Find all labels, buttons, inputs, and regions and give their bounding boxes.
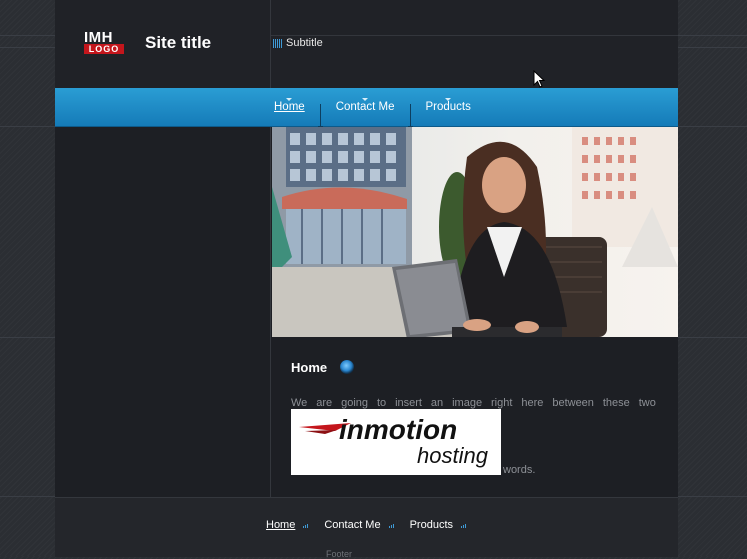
mouse-pointer-icon: [533, 70, 545, 88]
nav-divider: [407, 104, 413, 128]
page-container: IMH LOGO Site title Subtitle Home Contac…: [55, 0, 678, 559]
header: IMH LOGO Site title Subtitle: [55, 0, 678, 88]
paragraph-word: between: [552, 397, 594, 409]
main-nav: Home Contact Me Products: [273, 88, 472, 128]
nav-link-home[interactable]: Home: [274, 101, 305, 113]
footer-link-products[interactable]: Products: [410, 519, 453, 531]
nav-divider: [317, 104, 323, 128]
inmotion-swoosh-icon: inmotion hosting: [299, 414, 489, 468]
blue-orb-icon: [340, 360, 354, 374]
paragraph-word: to: [376, 397, 387, 409]
page-title: Home: [291, 360, 328, 375]
logo-text: IMH: [84, 29, 113, 46]
footer: Home Contact Me Products Footer: [55, 497, 678, 559]
content-paragraph: We are going to insert an image right he…: [291, 397, 656, 409]
site-subtitle: Subtitle: [286, 37, 323, 49]
paragraph-end: words.: [503, 464, 536, 476]
footer-link-contact[interactable]: Contact Me: [324, 519, 380, 531]
bars-icon: [273, 38, 282, 48]
bars-icon: [388, 523, 394, 528]
inmotion-text: inmotion: [339, 414, 457, 445]
hero-image: [272, 127, 678, 337]
woman-at-laptop-photo-icon: [272, 127, 678, 337]
nav-item-contact[interactable]: Contact Me: [335, 88, 396, 126]
main-nav-bar: Home Contact Me Products: [55, 88, 678, 128]
header-brand: IMH LOGO Site title: [55, 0, 271, 88]
nav-link-products[interactable]: Products: [426, 101, 471, 113]
inmotion-hosting-logo-image: inmotion hosting: [291, 409, 501, 475]
hosting-text: hosting: [417, 443, 489, 468]
chevron-down-icon: [286, 98, 293, 101]
paragraph-word: We: [291, 397, 308, 409]
main-content: Home We are going to insert an image rig…: [272, 338, 678, 497]
nav-item-home[interactable]: Home: [273, 88, 306, 126]
footer-nav: Home Contact Me Products: [266, 519, 482, 531]
site-title[interactable]: Site title: [145, 33, 211, 53]
footer-text: Footer: [326, 549, 353, 559]
bars-icon: [461, 523, 467, 528]
site-logo[interactable]: IMH LOGO: [84, 29, 124, 55]
paragraph-word: here: [521, 397, 544, 409]
paragraph-word: two: [638, 397, 656, 409]
subtitle-group: Subtitle: [273, 37, 323, 49]
paragraph-word: an: [430, 397, 444, 409]
paragraph-word: image: [452, 397, 483, 409]
bars-icon: [303, 523, 309, 528]
paragraph-word: these: [602, 397, 630, 409]
paragraph-word: right: [491, 397, 513, 409]
nav-item-products[interactable]: Products: [425, 88, 472, 126]
paragraph-word: going: [341, 397, 369, 409]
chevron-down-icon: [445, 98, 452, 101]
divider: [271, 35, 678, 36]
footer-link-home[interactable]: Home: [266, 519, 295, 531]
paragraph-word: are: [316, 397, 333, 409]
chevron-down-icon: [362, 98, 369, 101]
logo-subtext: LOGO: [84, 44, 124, 54]
nav-link-contact[interactable]: Contact Me: [336, 101, 395, 113]
paragraph-word: insert: [395, 397, 422, 409]
sidebar: [55, 127, 271, 497]
